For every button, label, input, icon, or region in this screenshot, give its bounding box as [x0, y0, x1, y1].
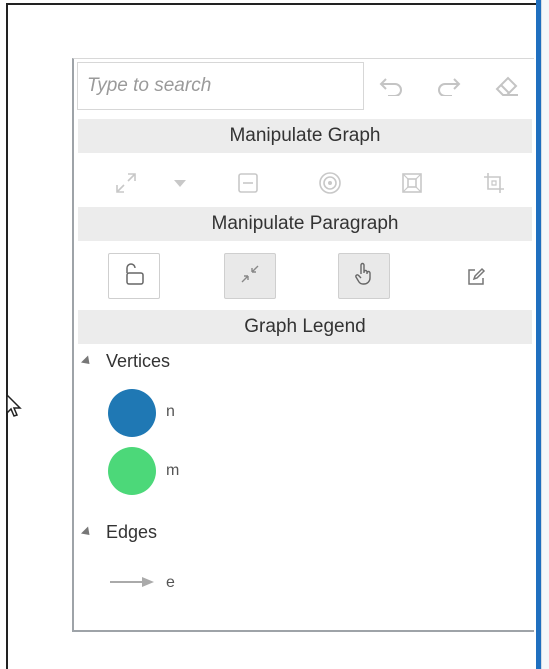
edges-label: Edges [106, 522, 158, 542]
graph-legend-title: Graph Legend [244, 316, 366, 337]
unlock-button[interactable] [108, 253, 160, 299]
edges-group-toggle[interactable]: Edges [80, 522, 158, 543]
manipulate-graph-header: Manipulate Graph [78, 119, 532, 153]
manipulate-paragraph-title: Manipulate Paragraph [211, 213, 399, 234]
manipulate-paragraph-header: Manipulate Paragraph [78, 207, 532, 241]
pan-button[interactable] [338, 253, 390, 299]
search-toolbar [74, 59, 534, 113]
expand-icon[interactable] [112, 169, 140, 197]
graph-legend-header: Graph Legend [78, 310, 532, 344]
undo-icon[interactable] [376, 71, 406, 101]
frame-select-icon[interactable] [398, 169, 426, 197]
paragraph-tools-row [78, 253, 532, 299]
unlock-icon [121, 261, 147, 292]
search-input[interactable] [77, 62, 364, 110]
collapse-triangle-icon [80, 526, 94, 539]
edge-label-e: e [166, 574, 175, 591]
vertex-swatch-n [108, 389, 156, 437]
redo-icon[interactable] [434, 71, 464, 101]
collapse-button[interactable] [224, 253, 276, 299]
mouse-cursor-icon [5, 393, 23, 424]
vertices-label: Vertices [106, 351, 171, 371]
collapse-icon [239, 263, 261, 290]
graph-tools-row [78, 159, 532, 205]
target-icon[interactable] [316, 169, 344, 197]
vertex-label-n: n [166, 403, 175, 420]
dropdown-arrow-icon[interactable] [168, 169, 192, 197]
vertex-label-m: m [166, 462, 180, 479]
edit-icon[interactable] [462, 263, 490, 291]
graph-side-panel: Manipulate Graph Manipulate Paragraph [72, 58, 534, 632]
edge-swatch-e [108, 575, 156, 594]
scrollbar-track[interactable] [541, 0, 549, 669]
manipulate-graph-title: Manipulate Graph [229, 125, 381, 146]
eraser-icon[interactable] [492, 71, 522, 101]
vertex-swatch-m [108, 447, 156, 495]
collapse-triangle-icon [80, 355, 94, 368]
crop-icon[interactable] [480, 169, 508, 197]
hand-pointer-icon [353, 262, 375, 291]
vertices-group-toggle[interactable]: Vertices [80, 351, 171, 372]
minus-box-icon[interactable] [234, 169, 262, 197]
